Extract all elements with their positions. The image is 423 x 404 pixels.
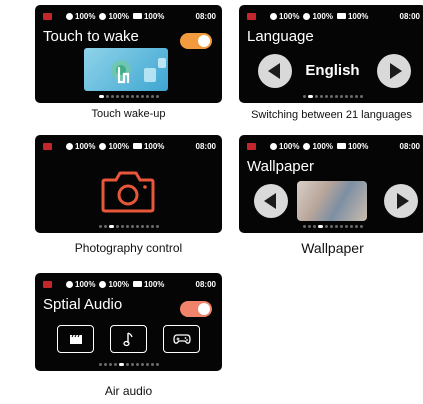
left-earbud-icon — [270, 12, 277, 20]
battery-case: 100% — [336, 142, 368, 151]
camera-icon[interactable] — [99, 167, 157, 215]
right-earbud-icon — [99, 142, 107, 150]
status-bar: 100% 100% 100% 08:00 — [43, 141, 216, 151]
clock: 08:00 — [195, 11, 216, 21]
brand-logo-icon — [43, 12, 52, 20]
next-wallpaper-button[interactable] — [384, 184, 418, 218]
previous-wallpaper-button[interactable] — [254, 184, 288, 218]
screen-title: Touch to wake — [43, 28, 139, 45]
chevron-left-icon — [263, 193, 276, 209]
tap-illustration — [84, 48, 168, 91]
battery-case: 100% — [132, 280, 164, 289]
page-dots — [35, 363, 222, 368]
right-earbud-icon — [303, 12, 311, 20]
language-value: English — [305, 62, 360, 79]
battery-left: 100% — [66, 12, 95, 21]
screen-title: Sptial Audio — [43, 296, 123, 313]
wallpaper-screen: 100% 100% 100% 08:00 Wallpaper — [239, 135, 423, 233]
next-language-button[interactable] — [377, 54, 411, 88]
status-bar: 100% 100% 100% 08:00 — [43, 11, 216, 21]
chevron-right-icon — [389, 63, 402, 79]
language-card: 100% 100% 100% 08:00 Language English Sw… — [239, 5, 423, 121]
right-earbud-icon — [303, 142, 311, 150]
left-earbud-icon — [270, 142, 277, 150]
right-earbud-icon — [99, 280, 107, 288]
music-mode-button[interactable] — [110, 325, 147, 353]
page-dots — [239, 225, 423, 230]
battery-right: 100% — [303, 12, 333, 21]
battery-right: 100% — [99, 12, 129, 21]
screen-title: Language — [247, 28, 314, 45]
previous-language-button[interactable] — [258, 54, 292, 88]
clapperboard-icon — [69, 334, 82, 344]
photography-screen: 100% 100% 100% 08:00 — [35, 135, 222, 233]
spatial-audio-toggle[interactable] — [180, 301, 212, 317]
language-screen: 100% 100% 100% 08:00 Language English — [239, 5, 423, 103]
case-battery-icon — [132, 143, 142, 149]
wallpaper-preview[interactable] — [297, 181, 367, 221]
clock: 08:00 — [399, 141, 420, 151]
wallpaper-caption: Wallpaper — [301, 240, 364, 256]
touch-wake-toggle[interactable] — [180, 33, 212, 49]
battery-case: 100% — [132, 12, 164, 21]
touch-wake-card: 100% 100% 100% 08:00 Touch to wake Touch… — [35, 5, 222, 120]
touch-wake-screen: 100% 100% 100% 08:00 Touch to wake — [35, 5, 222, 103]
left-earbud-icon — [66, 142, 73, 150]
battery-left: 100% — [270, 142, 299, 151]
photography-card: 100% 100% 100% 08:00 Photography control — [35, 135, 222, 255]
touch-wake-caption: Touch wake-up — [91, 108, 166, 120]
clock: 08:00 — [195, 279, 216, 289]
right-earbud-icon — [99, 12, 107, 20]
wallpaper-card: 100% 100% 100% 08:00 Wallpaper Wallpaper — [239, 135, 423, 256]
spatial-audio-card: 100% 100% 100% 08:00 Sptial Audio Air au… — [35, 273, 222, 398]
case-battery-icon — [336, 13, 346, 19]
battery-right: 100% — [303, 142, 333, 151]
battery-case: 100% — [132, 142, 164, 151]
brand-logo-icon — [247, 142, 256, 150]
battery-left: 100% — [270, 12, 299, 21]
tap-hand-icon — [111, 58, 166, 84]
left-earbud-icon — [66, 12, 73, 20]
screen-title: Wallpaper — [247, 158, 314, 175]
clock: 08:00 — [195, 141, 216, 151]
toggle-knob — [198, 303, 210, 315]
brand-logo-icon — [43, 280, 52, 288]
battery-case: 100% — [336, 12, 368, 21]
status-bar: 100% 100% 100% 08:00 — [247, 141, 420, 151]
gamepad-icon — [172, 334, 191, 344]
chevron-right-icon — [396, 193, 409, 209]
language-caption: Switching between 21 languages — [251, 109, 412, 121]
brand-logo-icon — [247, 12, 256, 20]
page-dots — [239, 95, 423, 100]
page-dots — [35, 95, 222, 100]
game-mode-button[interactable] — [163, 325, 200, 353]
toggle-knob — [198, 35, 210, 47]
spatial-audio-caption: Air audio — [104, 384, 153, 398]
page-dots — [35, 225, 222, 230]
photography-caption: Photography control — [74, 241, 183, 255]
battery-left: 100% — [66, 142, 95, 151]
battery-right: 100% — [99, 142, 129, 151]
status-bar: 100% 100% 100% 08:00 — [43, 279, 216, 289]
clock: 08:00 — [399, 11, 420, 21]
battery-right: 100% — [99, 280, 129, 289]
status-bar: 100% 100% 100% 08:00 — [247, 11, 420, 21]
left-earbud-icon — [66, 280, 73, 288]
movie-mode-button[interactable] — [57, 325, 94, 353]
case-battery-icon — [132, 281, 142, 287]
spatial-audio-screen: 100% 100% 100% 08:00 Sptial Audio — [35, 273, 222, 371]
case-battery-icon — [336, 143, 346, 149]
chevron-left-icon — [267, 63, 280, 79]
battery-left: 100% — [66, 280, 95, 289]
brand-logo-icon — [43, 142, 52, 150]
case-battery-icon — [132, 13, 142, 19]
music-note-icon — [122, 332, 133, 347]
